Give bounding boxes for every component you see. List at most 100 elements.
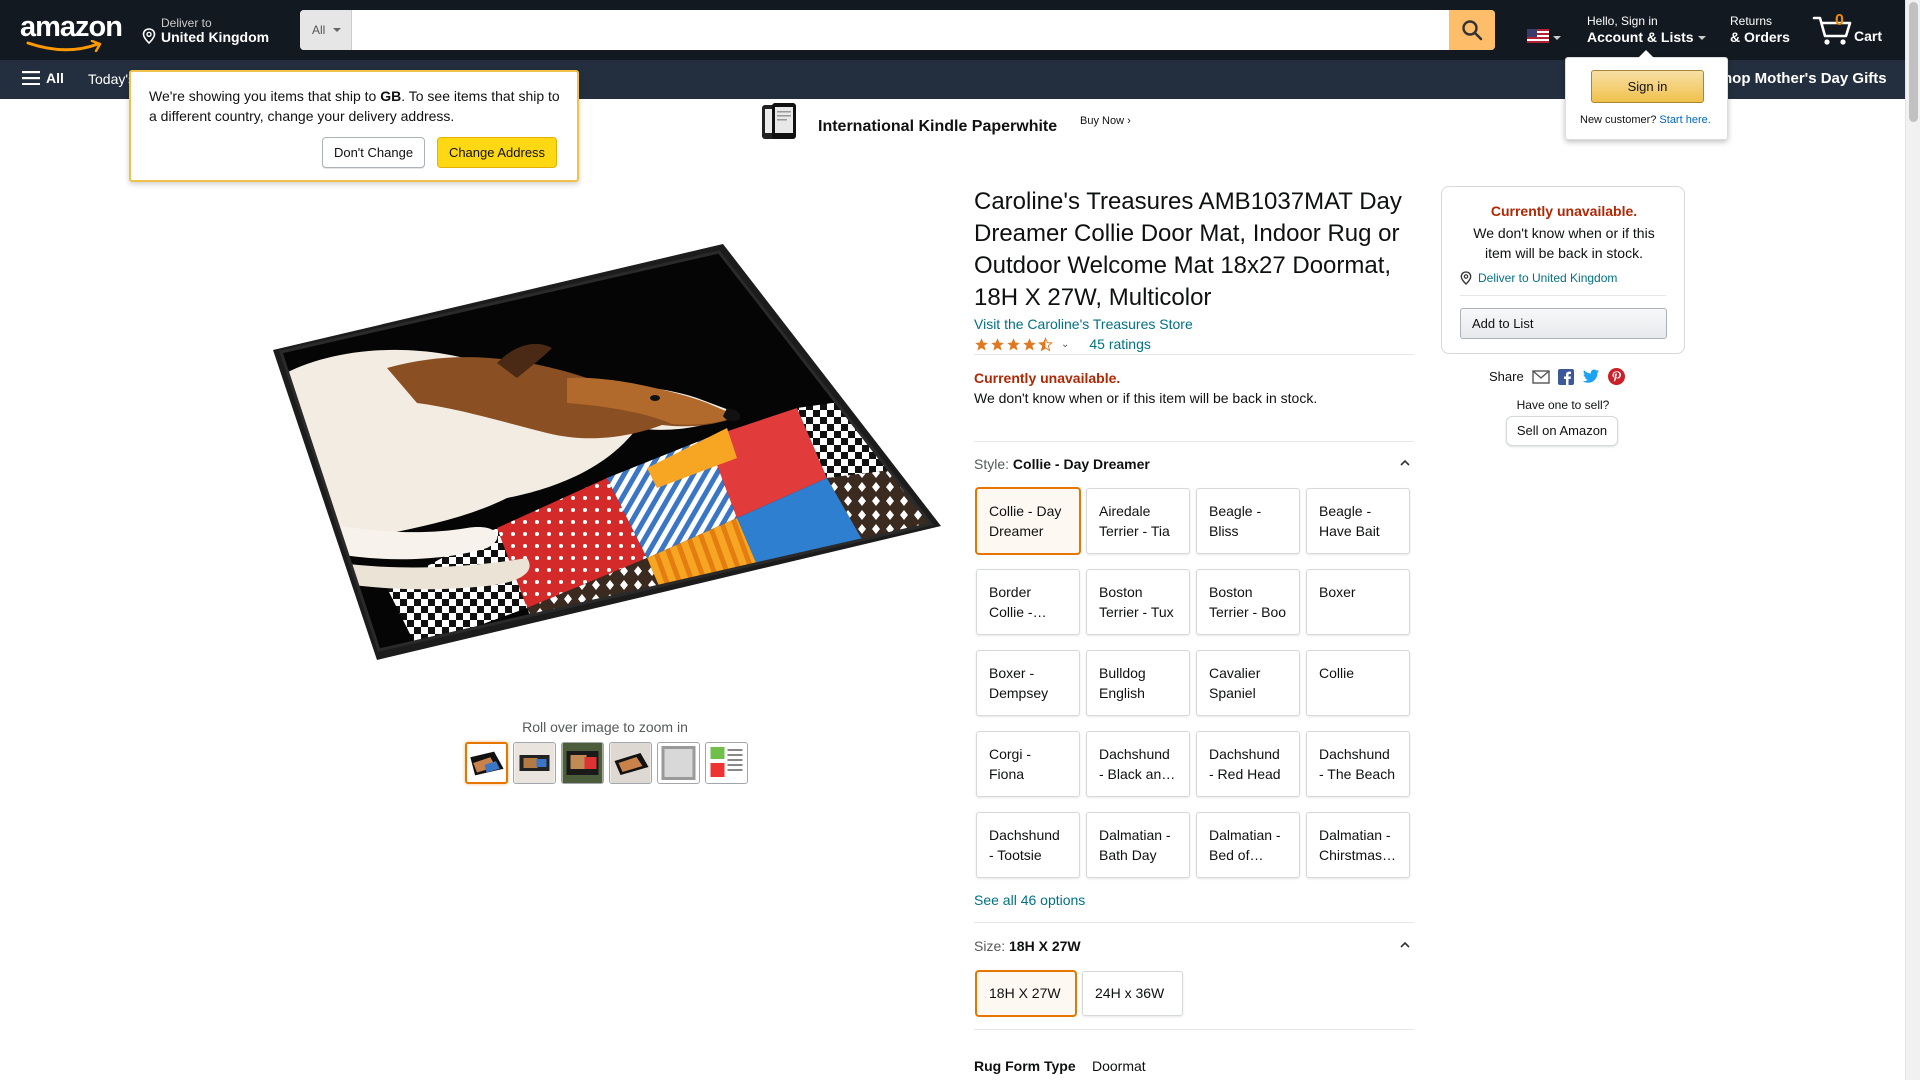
- style-option[interactable]: Collie: [1306, 650, 1410, 716]
- caret-down-icon: [1697, 36, 1706, 41]
- style-option[interactable]: Beagle - Have Bait: [1306, 488, 1410, 554]
- sign-in-button[interactable]: Sign in: [1591, 70, 1704, 103]
- sell-on-amazon-button[interactable]: Sell on Amazon: [1506, 416, 1618, 446]
- ratings-count-link[interactable]: 45 ratings: [1089, 336, 1150, 352]
- thumbnail-4[interactable]: [609, 742, 652, 784]
- buy-box: Currently unavailable. We don't know whe…: [1441, 186, 1685, 354]
- chevron-up-icon[interactable]: [1400, 940, 1410, 950]
- style-option[interactable]: Bulldog English: [1086, 650, 1190, 716]
- style-option[interactable]: Airedale Terrier - Tia: [1086, 488, 1190, 554]
- thumbnail-6[interactable]: [705, 742, 748, 784]
- chevron-up-icon[interactable]: [1400, 458, 1410, 468]
- availability-status: Currently unavailable.: [974, 370, 1121, 386]
- style-option-label: Airedale Terrier - Tia: [1099, 503, 1170, 539]
- style-option-label: Dachshund - Tootsie: [989, 827, 1060, 863]
- style-option[interactable]: Dachshund - The Beach: [1306, 731, 1410, 797]
- style-option-label: Cavalier Spaniel: [1209, 665, 1261, 701]
- pinterest-icon[interactable]: [1607, 368, 1625, 385]
- share-row: Share: [1489, 368, 1625, 385]
- deliver-to-country: United Kingdom: [161, 29, 270, 45]
- style-option[interactable]: Boston Terrier - Tux: [1086, 569, 1190, 635]
- thumbnail-image: [562, 743, 603, 783]
- search-bar: All: [300, 10, 1495, 50]
- size-option[interactable]: 18H X 27W: [976, 971, 1076, 1016]
- popover-text-before: We're showing you items that ship to: [149, 88, 381, 104]
- search-input[interactable]: [352, 10, 1449, 50]
- all-menu-label: All: [46, 70, 64, 86]
- search-button[interactable]: [1449, 10, 1495, 50]
- caret-down-icon: [333, 28, 341, 32]
- start-here-link[interactable]: Start here.: [1659, 114, 1710, 126]
- change-address-button[interactable]: Change Address: [437, 137, 557, 168]
- style-option-label: Boxer: [1319, 584, 1356, 600]
- rug-form-type-key: Rug Form Type: [974, 1058, 1076, 1074]
- cart-button[interactable]: 0 Cart: [1812, 10, 1902, 50]
- all-menu-button[interactable]: All: [22, 70, 64, 86]
- add-to-list-button[interactable]: Add to List: [1460, 308, 1667, 339]
- divider: [974, 441, 1414, 442]
- style-option-label: Dachshund - Black and Tan: [1099, 746, 1170, 782]
- account-lists[interactable]: Hello, Sign in Account & Lists: [1587, 14, 1709, 48]
- thumbnail-1[interactable]: [465, 742, 508, 784]
- popover-message: We're showing you items that ship to GB.…: [149, 86, 569, 126]
- style-option-label: Dachshund - The Beach: [1319, 746, 1396, 782]
- returns-orders[interactable]: Returns & Orders: [1730, 14, 1800, 48]
- new-customer-row: New customer? Start here.: [1580, 114, 1711, 126]
- scrollbar-thumb[interactable]: [1909, 2, 1918, 122]
- cart-count: 0: [1835, 12, 1844, 29]
- banner-title: International Kindle Paperwhite: [818, 118, 1058, 135]
- style-option[interactable]: Dachshund - Red Head: [1196, 731, 1300, 797]
- style-option[interactable]: Dalmatian - Bed of Roses: [1196, 812, 1300, 878]
- style-option[interactable]: Cavalier Spaniel: [1196, 650, 1300, 716]
- style-option[interactable]: Corgi - Fiona: [976, 731, 1080, 797]
- size-options: 18H X 27W 24H x 36W: [976, 971, 1183, 1016]
- account-greeting: Hello, Sign in: [1587, 14, 1658, 28]
- us-flag-icon: [1527, 29, 1561, 43]
- see-all-options-link[interactable]: See all 46 options: [974, 892, 1085, 908]
- size-label-key: Size:: [974, 938, 1006, 954]
- style-option[interactable]: Dalmatian - Chirstmas Stockings: [1306, 812, 1410, 878]
- style-option[interactable]: Boxer - Dempsey: [976, 650, 1080, 716]
- style-option[interactable]: Boxer: [1306, 569, 1410, 635]
- style-option[interactable]: Dalmatian - Bath Day: [1086, 812, 1190, 878]
- thumbnail-image: [658, 743, 699, 783]
- style-option[interactable]: Dachshund - Tootsie: [976, 812, 1080, 878]
- dont-change-button[interactable]: Don't Change: [322, 137, 425, 168]
- nav-link-todays-deals[interactable]: Today's: [88, 71, 135, 87]
- style-option[interactable]: Border Collie - Flash: [976, 569, 1080, 635]
- style-option-label: Dalmatian - Chirstmas Stockings: [1319, 827, 1391, 863]
- twitter-icon[interactable]: [1582, 369, 1600, 384]
- thumbnail-image: [610, 743, 651, 783]
- style-option[interactable]: Dachshund - Black and Tan: [1086, 731, 1190, 797]
- product-main-image[interactable]: [267, 228, 947, 673]
- divider: [974, 1029, 1414, 1030]
- size-label: Size: 18H X 27W: [974, 938, 1081, 954]
- deliver-to-link[interactable]: Deliver to United Kingdom: [1460, 271, 1617, 285]
- star-icon: [1007, 337, 1020, 350]
- thumbnail-3[interactable]: [561, 742, 604, 784]
- page-scrollbar[interactable]: [1905, 0, 1920, 1080]
- store-link[interactable]: Visit the Caroline's Treasures Store: [974, 316, 1193, 332]
- top-nav: amazon Deliver to United Kingdom All Hel…: [0, 0, 1905, 60]
- style-option[interactable]: Boston Terrier - Boo: [1196, 569, 1300, 635]
- thumbnail-2[interactable]: [513, 742, 556, 784]
- facebook-icon[interactable]: [1557, 368, 1574, 385]
- banner-buy-now[interactable]: Buy Now ›: [1080, 115, 1131, 127]
- chevron-down-icon[interactable]: ⌄: [1061, 339, 1069, 350]
- search-category-select[interactable]: All: [300, 10, 352, 50]
- size-option[interactable]: 24H x 36W: [1082, 971, 1183, 1016]
- thumbnail-5[interactable]: [657, 742, 700, 784]
- style-option-label: Dalmatian - Bath Day: [1099, 827, 1171, 863]
- deliver-to[interactable]: Deliver to United Kingdom: [142, 14, 277, 48]
- style-option[interactable]: Beagle - Bliss: [1196, 488, 1300, 554]
- kindle-banner[interactable]: International Kindle Paperwhite Buy Now …: [760, 100, 1160, 144]
- signin-flyout: Sign in New customer? Start here.: [1565, 50, 1728, 140]
- star-rating[interactable]: [974, 336, 1053, 352]
- deliver-to-label: Deliver to: [161, 16, 212, 30]
- nav-link-mothers-day[interactable]: hop Mother's Day Gifts: [1723, 70, 1887, 87]
- style-option[interactable]: Collie - Day Dreamer: [976, 488, 1080, 554]
- email-icon[interactable]: [1532, 369, 1550, 384]
- amazon-logo[interactable]: amazon: [20, 12, 123, 52]
- logo-smile-icon: [26, 40, 102, 52]
- language-selector[interactable]: [1527, 26, 1563, 46]
